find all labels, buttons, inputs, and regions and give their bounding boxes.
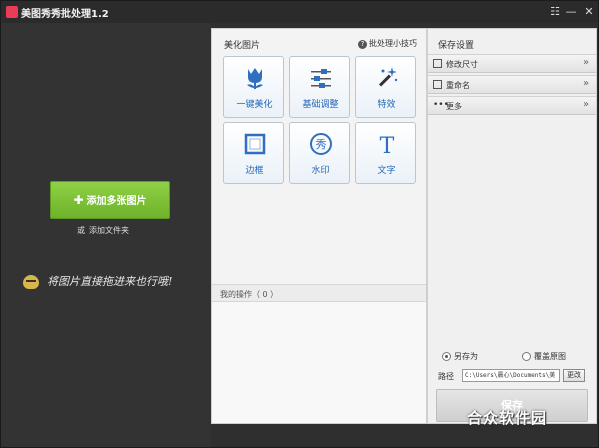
rename-icon [433,80,442,89]
tips-label: 批处理小技巧 [369,39,417,48]
setting-label: 修改尺寸 [446,60,478,69]
drop-area[interactable]: ✚ 添加多张图片 或添加文件夹 将图片直接拖进来也行哦! [1,23,211,447]
drag-hint: 将图片直接拖进来也行哦! [23,273,172,289]
my-operations-label: 我的操作（ 0 ） [220,290,279,299]
tips-link[interactable]: ? 批处理小技巧 [358,38,417,49]
my-operations-bar: 我的操作（ 0 ） [212,284,426,302]
path-field[interactable]: C:\Users\晨心\Documents\美 [462,369,560,382]
help-icon: ? [358,40,367,49]
plus-icon: ✚ [73,193,84,207]
path-label: 路径 [438,372,454,381]
or-text: 或 [77,226,85,235]
tool-label: 一键美化 [236,100,273,110]
app-logo-icon [6,6,18,18]
path-row: 路径 C:\Users\晨心\Documents\美 更改 [438,369,593,383]
tool-one-click-beautify[interactable]: 一键美化 [223,56,284,118]
tool-watermark[interactable]: 秀 水印 [289,122,350,184]
radio-save-as[interactable]: 另存为 [442,351,478,362]
title-bar: 美图秀秀批处理1.2 ☷ — ✕ [1,1,598,23]
chevron-double-right-icon: » [583,57,590,68]
add-images-label: 添加多张图片 [86,196,147,207]
add-folder-link[interactable]: 添加文件夹 [89,226,129,235]
text-t-icon: T [356,131,417,159]
change-path-button[interactable]: 更改 [563,369,585,382]
save-settings-panel: 保存设置 修改尺寸 » 重命名 » ••• 更多 » 另存为 覆盖原图 路径 C… [427,28,597,424]
more-dots-icon: ••• [433,100,449,110]
app-title: 美图秀秀批处理1.2 [21,9,109,20]
text-icon-char: T [379,134,394,157]
minimize-icon[interactable]: — [563,4,579,19]
tool-label: 基础调整 [302,100,339,110]
tool-effects[interactable]: 特效 [355,56,416,118]
magic-wand-icon [356,65,417,91]
setting-row-rename[interactable]: 重命名 » [428,75,596,94]
beautify-header: 美化图片 ? 批处理小技巧 [212,29,426,53]
chevron-double-right-icon: » [583,78,590,89]
tool-basic-adjust[interactable]: 基础调整 [289,56,350,118]
tool-label: 文字 [377,166,396,176]
crop-icon [433,59,442,68]
setting-row-resize[interactable]: 修改尺寸 » [428,54,596,73]
app-window: 美图秀秀批处理1.2 ☷ — ✕ ✚ 添加多张图片 或添加文件夹 将图片直接拖进来… [0,0,599,448]
save-mode-options: 另存为 覆盖原图 [442,351,592,365]
site-watermark: 合众软件园 [467,409,548,427]
frame-icon [224,131,285,157]
setting-label: 更多 [446,102,462,111]
my-operations-list [212,302,426,423]
overwrite-label: 覆盖原图 [534,352,566,361]
menu-icon[interactable]: ☷ [547,4,563,19]
setting-label: 重命名 [446,81,470,90]
sliders-icon [290,65,351,91]
tool-frame[interactable]: 边框 [223,122,284,184]
tool-label: 边框 [245,166,264,176]
close-icon[interactable]: ✕ [581,4,597,19]
tool-text[interactable]: T 文字 [355,122,416,184]
add-folder-line: 或添加文件夹 [77,225,129,236]
add-images-button[interactable]: ✚ 添加多张图片 [50,181,170,219]
beautify-panel: 美化图片 ? 批处理小技巧 一键美化 基础调整 特效 边框 秀 水印 T 文字 … [211,28,427,424]
tool-label: 特效 [377,100,396,110]
watermark-seal-char: 秀 [315,138,326,151]
setting-row-more[interactable]: ••• 更多 » [428,96,596,115]
drag-hint-text: 将图片直接拖进来也行哦! [47,275,173,288]
chevron-double-right-icon: » [583,99,590,110]
beautify-title: 美化图片 [224,41,261,51]
radio-overwrite[interactable]: 覆盖原图 [522,351,566,362]
save-as-label: 另存为 [454,352,478,361]
watermark-seal-icon: 秀 [290,131,351,157]
save-settings-title: 保存设置 [438,41,475,51]
radio-dot-selected [442,352,451,361]
tulip-icon [224,65,285,91]
mascot-icon [23,275,39,289]
tool-label: 水印 [311,166,330,176]
radio-dot [522,352,531,361]
